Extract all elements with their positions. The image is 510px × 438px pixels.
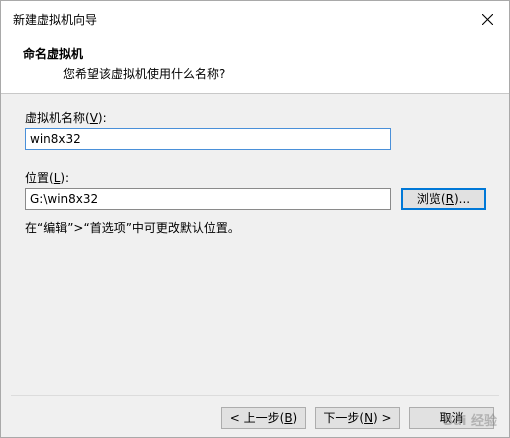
vm-name-input[interactable] <box>25 128 391 150</box>
vm-name-label: 虚拟机名称(V): <box>25 111 107 125</box>
wizard-header: 命名虚拟机 您希望该虚拟机使用什么名称? <box>1 37 509 94</box>
back-button[interactable]: < 上一步(B) <box>221 407 306 429</box>
browse-button[interactable]: 浏览(R)... <box>401 188 486 210</box>
window-title: 新建虚拟机向导 <box>13 13 98 27</box>
title-bar: 新建虚拟机向导 <box>1 1 509 37</box>
footer-divider <box>11 395 499 396</box>
location-label: 位置(L): <box>25 171 70 185</box>
new-vm-wizard-window: 新建虚拟机向导 命名虚拟机 您希望该虚拟机使用什么名称? 虚拟机名称(V): 位… <box>0 0 510 438</box>
next-button[interactable]: 下一步(N) > <box>315 407 400 429</box>
page-title: 命名虚拟机 <box>23 47 84 61</box>
page-subtitle: 您希望该虚拟机使用什么名称? <box>63 67 226 81</box>
close-icon <box>481 13 493 25</box>
watermark: Bai 经验 <box>443 414 497 429</box>
default-location-hint: 在“编辑”>“首选项”中可更改默认位置。 <box>25 221 240 235</box>
location-input[interactable] <box>25 188 391 210</box>
close-button[interactable] <box>465 1 509 37</box>
